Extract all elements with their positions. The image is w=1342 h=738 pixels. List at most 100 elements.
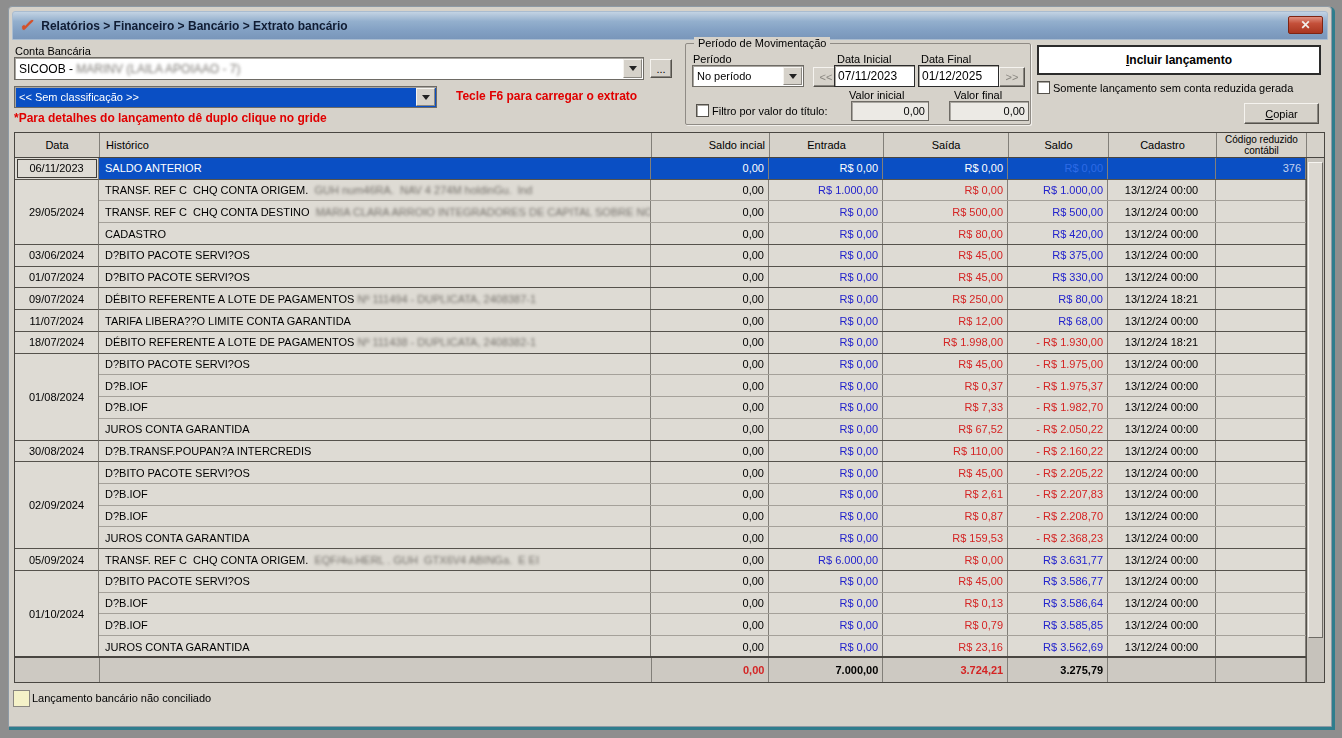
close-button[interactable]: ✕ bbox=[1288, 16, 1323, 34]
table-row[interactable]: SALDO ANTERIOR0,00R$ 0,00R$ 0,00R$ 0,003… bbox=[99, 158, 1306, 180]
table-row[interactable]: D?B.IOF0,00R$ 0,00R$ 0,79R$ 3.585,8513/1… bbox=[99, 614, 1306, 636]
scrollbar-thumb[interactable] bbox=[1308, 162, 1323, 638]
grid-body: 06/11/2023SALDO ANTERIOR0,00R$ 0,00R$ 0,… bbox=[15, 158, 1306, 658]
date-cell[interactable]: 11/07/2024 bbox=[15, 310, 99, 332]
date-group: 02/09/2024D?BITO PACOTE SERVI?OS0,00R$ 0… bbox=[15, 462, 1306, 549]
table-row[interactable]: DÉBITO REFERENTE A LOTE DE PAGAMENTOS Nº… bbox=[99, 288, 1306, 310]
conta-bancaria-dropdown-icon[interactable] bbox=[623, 59, 642, 78]
conta-bancaria-label: Conta Bancária bbox=[15, 45, 91, 57]
conta-bancaria-redacted: MARINV (LAILA APOIAAO - 7) bbox=[76, 62, 240, 76]
table-row[interactable]: D?B.IOF0,00R$ 0,00R$ 7,33- R$ 1.982,7013… bbox=[99, 397, 1306, 419]
table-row[interactable]: D?BITO PACOTE SERVI?OS0,00R$ 0,00R$ 45,0… bbox=[99, 462, 1306, 484]
col-header-historico[interactable]: Histórico bbox=[100, 133, 652, 157]
valor-final-label: Valor final bbox=[954, 89, 1002, 101]
date-group: 06/11/2023SALDO ANTERIOR0,00R$ 0,00R$ 0,… bbox=[15, 158, 1306, 180]
totals-entrada: 7.000,00 bbox=[769, 658, 883, 682]
table-row[interactable]: TRANSF. REF C CHQ CONTA ORIGEM. EQF/4u.H… bbox=[99, 549, 1306, 571]
grid-totals-row: 0,00 7.000,00 3.724,21 3.275,79 bbox=[15, 656, 1306, 682]
table-row[interactable]: JUROS CONTA GARANTIDA0,00R$ 0,00R$ 67,52… bbox=[99, 419, 1306, 441]
vertical-scrollbar[interactable] bbox=[1306, 158, 1324, 682]
date-cell[interactable]: 01/08/2024 bbox=[15, 354, 99, 441]
filtro-valor-checkbox[interactable] bbox=[696, 104, 709, 117]
date-cell[interactable]: 06/11/2023 bbox=[15, 158, 99, 180]
periodo-value: No período bbox=[697, 66, 751, 86]
table-row[interactable]: JUROS CONTA GARANTIDA0,00R$ 0,00R$ 23,16… bbox=[99, 636, 1306, 658]
classificacao-combobox[interactable]: << Sem classificação >> bbox=[14, 86, 437, 108]
table-row[interactable]: TRANSF. REF C CHQ CONTA ORIGEM. GUH num4… bbox=[99, 180, 1306, 202]
date-cell[interactable]: 30/08/2024 bbox=[15, 441, 99, 463]
table-row[interactable]: D?B.TRANSF.POUPAN?A INTERCREDIS0,00R$ 0,… bbox=[99, 441, 1306, 463]
col-header-cadastro[interactable]: Cadastro bbox=[1109, 133, 1217, 157]
incluir-label-rest: ncluir lançamento bbox=[1129, 53, 1232, 67]
col-header-saldo[interactable]: Saldo bbox=[1009, 133, 1109, 157]
date-group: 01/07/2024D?BITO PACOTE SERVI?OS0,00R$ 0… bbox=[15, 267, 1306, 289]
col-header-data[interactable]: Data bbox=[15, 133, 100, 157]
table-row[interactable]: D?B.IOF0,00R$ 0,00R$ 0,13R$ 3.586,6413/1… bbox=[99, 593, 1306, 615]
totals-cadastro bbox=[1108, 658, 1216, 682]
table-row[interactable]: D?BITO PACOTE SERVI?OS0,00R$ 0,00R$ 45,0… bbox=[99, 571, 1306, 593]
valor-inicial-label: Valor inicial bbox=[849, 89, 904, 101]
date-group: 01/08/2024D?BITO PACOTE SERVI?OS0,00R$ 0… bbox=[15, 354, 1306, 441]
date-group: 01/10/2024D?BITO PACOTE SERVI?OS0,00R$ 0… bbox=[15, 571, 1306, 658]
somente-lancamento-label: Somente lançamento sem conta reduzida ge… bbox=[1053, 82, 1293, 94]
classificacao-dropdown-icon[interactable] bbox=[416, 88, 435, 106]
table-row[interactable]: CADASTRO0,00R$ 0,00R$ 80,00R$ 420,0013/1… bbox=[99, 223, 1306, 245]
table-row[interactable]: D?B.IOF0,00R$ 0,00R$ 0,87- R$ 2.208,7013… bbox=[99, 506, 1306, 528]
hint-f6: Tecle F6 para carregar o extrato bbox=[456, 89, 637, 103]
valor-inicial-input[interactable]: 0,00 bbox=[851, 101, 929, 121]
conta-bancaria-combobox[interactable]: SICOOB - MARINV (LAILA APOIAAO - 7) bbox=[14, 57, 644, 80]
data-inicial-value: 07/11/2023 bbox=[835, 69, 897, 83]
somente-lancamento-checkbox[interactable] bbox=[1037, 81, 1050, 94]
table-row[interactable]: D?B.IOF0,00R$ 0,00R$ 2,61- R$ 2.207,8313… bbox=[99, 484, 1306, 506]
periodo-combobox[interactable]: No período bbox=[692, 65, 804, 87]
app-logo-icon: ✓ bbox=[19, 17, 33, 34]
col-header-saldo-inicial[interactable]: Saldo incial bbox=[652, 133, 770, 157]
conta-bancaria-more-button[interactable]: ... bbox=[650, 59, 672, 78]
table-row[interactable]: D?BITO PACOTE SERVI?OS0,00R$ 0,00R$ 45,0… bbox=[99, 245, 1306, 267]
table-row[interactable]: D?BITO PACOTE SERVI?OS0,00R$ 0,00R$ 45,0… bbox=[99, 267, 1306, 289]
legend-label: Lançamento bancário não conciliado bbox=[32, 692, 211, 704]
date-cell[interactable]: 01/10/2024 bbox=[15, 571, 99, 658]
totals-saida: 3.724,21 bbox=[883, 658, 1008, 682]
date-group: 05/09/2024TRANSF. REF C CHQ CONTA ORIGEM… bbox=[15, 549, 1306, 571]
data-inicial-input[interactable]: 07/11/2023 bbox=[834, 65, 915, 87]
app-window: ✓ Relatórios > Financeiro > Bancário > E… bbox=[8, 6, 1332, 727]
col-header-saida[interactable]: Saída bbox=[884, 133, 1009, 157]
table-row[interactable]: TARIFA LIBERA??O LIMITE CONTA GARANTIDA0… bbox=[99, 310, 1306, 332]
table-row[interactable]: D?B.IOF0,00R$ 0,00R$ 0,37- R$ 1.975,3713… bbox=[99, 375, 1306, 397]
periodo-label: Período bbox=[693, 53, 732, 65]
date-group: 30/08/2024D?B.TRANSF.POUPAN?A INTERCREDI… bbox=[15, 441, 1306, 463]
totals-saldo-inicial: 0,00 bbox=[652, 658, 770, 682]
col-header-codigo[interactable]: Código reduzido contábil bbox=[1217, 133, 1307, 157]
date-group: 11/07/2024TARIFA LIBERA??O LIMITE CONTA … bbox=[15, 310, 1306, 332]
table-row[interactable]: D?BITO PACOTE SERVI?OS0,00R$ 0,00R$ 45,0… bbox=[99, 354, 1306, 376]
valor-final-value: 0,00 bbox=[1004, 105, 1028, 117]
table-row[interactable]: JUROS CONTA GARANTIDA0,00R$ 0,00R$ 159,5… bbox=[99, 527, 1306, 549]
legend-swatch bbox=[13, 690, 30, 707]
copiar-button[interactable]: Copiar bbox=[1244, 103, 1319, 124]
date-cell[interactable]: 02/09/2024 bbox=[15, 462, 99, 549]
totals-saldo: 3.275,79 bbox=[1008, 658, 1108, 682]
date-cell[interactable]: 29/05/2024 bbox=[15, 180, 99, 245]
conta-bancaria-value: SICOOB - bbox=[19, 62, 76, 76]
periodo-group-title: Período de Movimentação bbox=[694, 37, 830, 49]
date-cell[interactable]: 09/07/2024 bbox=[15, 288, 99, 310]
date-cell[interactable]: 01/07/2024 bbox=[15, 267, 99, 289]
date-cell[interactable]: 03/06/2024 bbox=[15, 245, 99, 267]
hint-grid: *Para detalhes do lançamento dê duplo cl… bbox=[14, 111, 327, 125]
table-row[interactable]: DÉBITO REFERENTE A LOTE DE PAGAMENTOS Nº… bbox=[99, 332, 1306, 354]
data-final-label: Data Final bbox=[921, 53, 971, 65]
totals-codigo bbox=[1216, 658, 1306, 682]
col-header-entrada[interactable]: Entrada bbox=[770, 133, 884, 157]
periodo-dropdown-icon[interactable] bbox=[783, 67, 802, 85]
title-bar: ✓ Relatórios > Financeiro > Bancário > E… bbox=[12, 11, 1328, 40]
date-cell[interactable]: 18/07/2024 bbox=[15, 332, 99, 354]
periodo-next-button[interactable]: >> bbox=[999, 67, 1025, 87]
data-inicial-label: Data Inicial bbox=[837, 53, 891, 65]
incluir-lancamento-button[interactable]: Incluir lançamento bbox=[1037, 45, 1321, 75]
date-group: 18/07/2024DÉBITO REFERENTE A LOTE DE PAG… bbox=[15, 332, 1306, 354]
date-cell[interactable]: 05/09/2024 bbox=[15, 549, 99, 571]
table-row[interactable]: TRANSF. REF C CHQ CONTA DESTINO MARIA CL… bbox=[99, 201, 1306, 223]
valor-final-input[interactable]: 0,00 bbox=[949, 101, 1029, 121]
data-final-input[interactable]: 01/12/2025 bbox=[918, 65, 999, 87]
